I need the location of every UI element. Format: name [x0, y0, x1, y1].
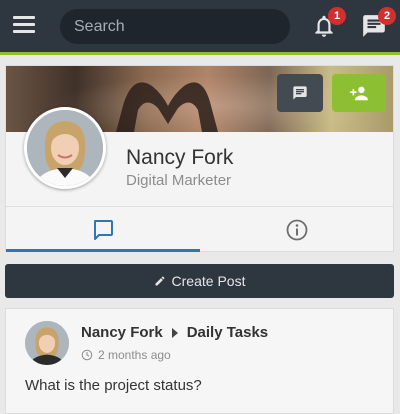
post-body: What is the project status? [25, 377, 202, 394]
notifications-badge: 1 [328, 7, 346, 25]
add-friend-icon [350, 86, 368, 101]
clock-icon [81, 349, 93, 361]
hamburger-menu-button[interactable] [13, 16, 35, 34]
search-input[interactable] [60, 9, 290, 44]
pencil-icon [155, 276, 165, 286]
post-author-avatar[interactable] [25, 321, 69, 365]
chat-bubble-icon [93, 220, 113, 240]
post-card: Nancy Fork Daily Tasks 2 months ago What… [5, 308, 394, 414]
hamburger-icon [13, 16, 35, 19]
send-message-button[interactable] [277, 74, 323, 112]
add-friend-button[interactable] [332, 74, 386, 112]
profile-photo [27, 110, 103, 186]
notifications-button[interactable]: 1 [311, 7, 346, 42]
profile-card: Nancy Fork Digital Marketer [5, 65, 394, 252]
profile-role: Digital Marketer [126, 172, 232, 189]
header-accent-bar [0, 52, 400, 55]
tab-posts[interactable] [6, 207, 199, 253]
tab-info[interactable] [200, 207, 393, 253]
message-icon [293, 86, 307, 100]
post-author-link[interactable]: Nancy Fork [81, 324, 163, 341]
create-post-button[interactable]: Create Post [5, 264, 394, 298]
info-icon [286, 219, 307, 241]
profile-name: Nancy Fork [126, 146, 234, 169]
post-group-link[interactable]: Daily Tasks [187, 324, 268, 341]
messages-badge: 2 [378, 7, 396, 25]
caret-right-icon [171, 327, 178, 338]
active-tab-indicator [6, 249, 200, 252]
top-navigation-bar: 1 2 [0, 0, 400, 52]
messages-button[interactable]: 2 [361, 7, 396, 42]
post-header: Nancy Fork Daily Tasks [81, 324, 268, 341]
create-post-label: Create Post [171, 273, 246, 289]
post-time-text: 2 months ago [98, 348, 171, 362]
author-photo [25, 321, 69, 365]
profile-avatar[interactable] [24, 107, 106, 189]
post-timestamp: 2 months ago [81, 348, 171, 362]
